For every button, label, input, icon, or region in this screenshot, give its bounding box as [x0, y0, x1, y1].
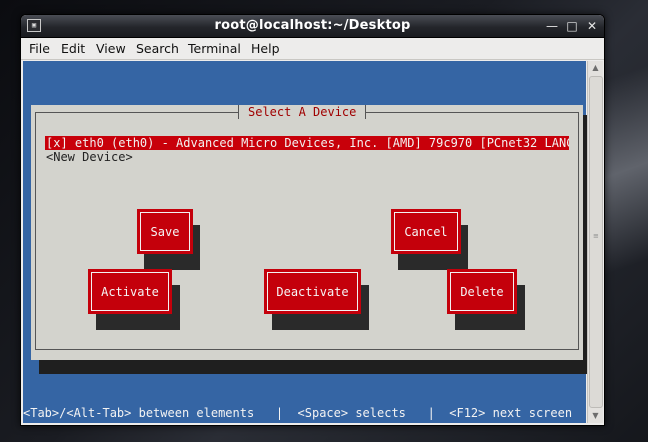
menu-help[interactable]: Help — [251, 41, 280, 56]
window-titlebar[interactable]: ▣ root@localhost:~/Desktop — □ ✕ — [21, 15, 604, 38]
delete-button-label: Delete — [460, 284, 504, 299]
device-row-new-device[interactable]: <New Device> — [45, 150, 569, 164]
menubar: File Edit View Search Terminal Help — [21, 38, 604, 60]
menu-view[interactable]: View — [96, 41, 126, 56]
cancel-button-label: Cancel — [404, 224, 448, 239]
activate-button-label: Activate — [101, 284, 159, 299]
select-device-dialog: Select A Device [x] eth0 (eth0) - Advanc… — [31, 105, 583, 360]
terminal-window: ▣ root@localhost:~/Desktop — □ ✕ File Ed… — [20, 14, 605, 426]
scroll-up-icon[interactable]: ▲ — [588, 61, 603, 75]
menu-file[interactable]: File — [29, 41, 50, 56]
vertical-scrollbar[interactable]: ▲ ≡ ▼ — [587, 61, 603, 423]
scroll-down-icon[interactable]: ▼ — [588, 409, 603, 423]
window-title: root@localhost:~/Desktop — [214, 18, 411, 33]
cancel-button[interactable]: Cancel — [391, 209, 461, 254]
grip-icon: ≡ — [593, 232, 599, 240]
close-icon[interactable]: ✕ — [584, 18, 600, 34]
dialog-title: Select A Device — [238, 105, 367, 119]
minimize-icon[interactable]: — — [544, 18, 560, 34]
device-list: [x] eth0 (eth0) - Advanced Micro Devices… — [45, 136, 569, 164]
menu-search[interactable]: Search — [136, 41, 179, 56]
activate-button[interactable]: Activate — [88, 269, 172, 314]
deactivate-button[interactable]: Deactivate — [264, 269, 361, 314]
maximize-icon[interactable]: □ — [564, 18, 580, 34]
delete-button[interactable]: Delete — [447, 269, 517, 314]
help-status-line: <Tab>/<Alt-Tab> between elements | <Spac… — [23, 403, 586, 423]
save-button[interactable]: Save — [137, 209, 193, 254]
scrollbar-thumb[interactable]: ≡ — [589, 76, 603, 408]
menu-edit[interactable]: Edit — [61, 41, 85, 56]
terminal-area[interactable]: Select A Device [x] eth0 (eth0) - Advanc… — [23, 61, 593, 423]
device-row-eth0[interactable]: [x] eth0 (eth0) - Advanced Micro Devices… — [45, 136, 569, 150]
dialog-shadow — [39, 360, 593, 374]
menu-terminal[interactable]: Terminal — [188, 41, 241, 56]
deactivate-button-label: Deactivate — [276, 284, 349, 299]
save-button-label: Save — [150, 224, 180, 239]
